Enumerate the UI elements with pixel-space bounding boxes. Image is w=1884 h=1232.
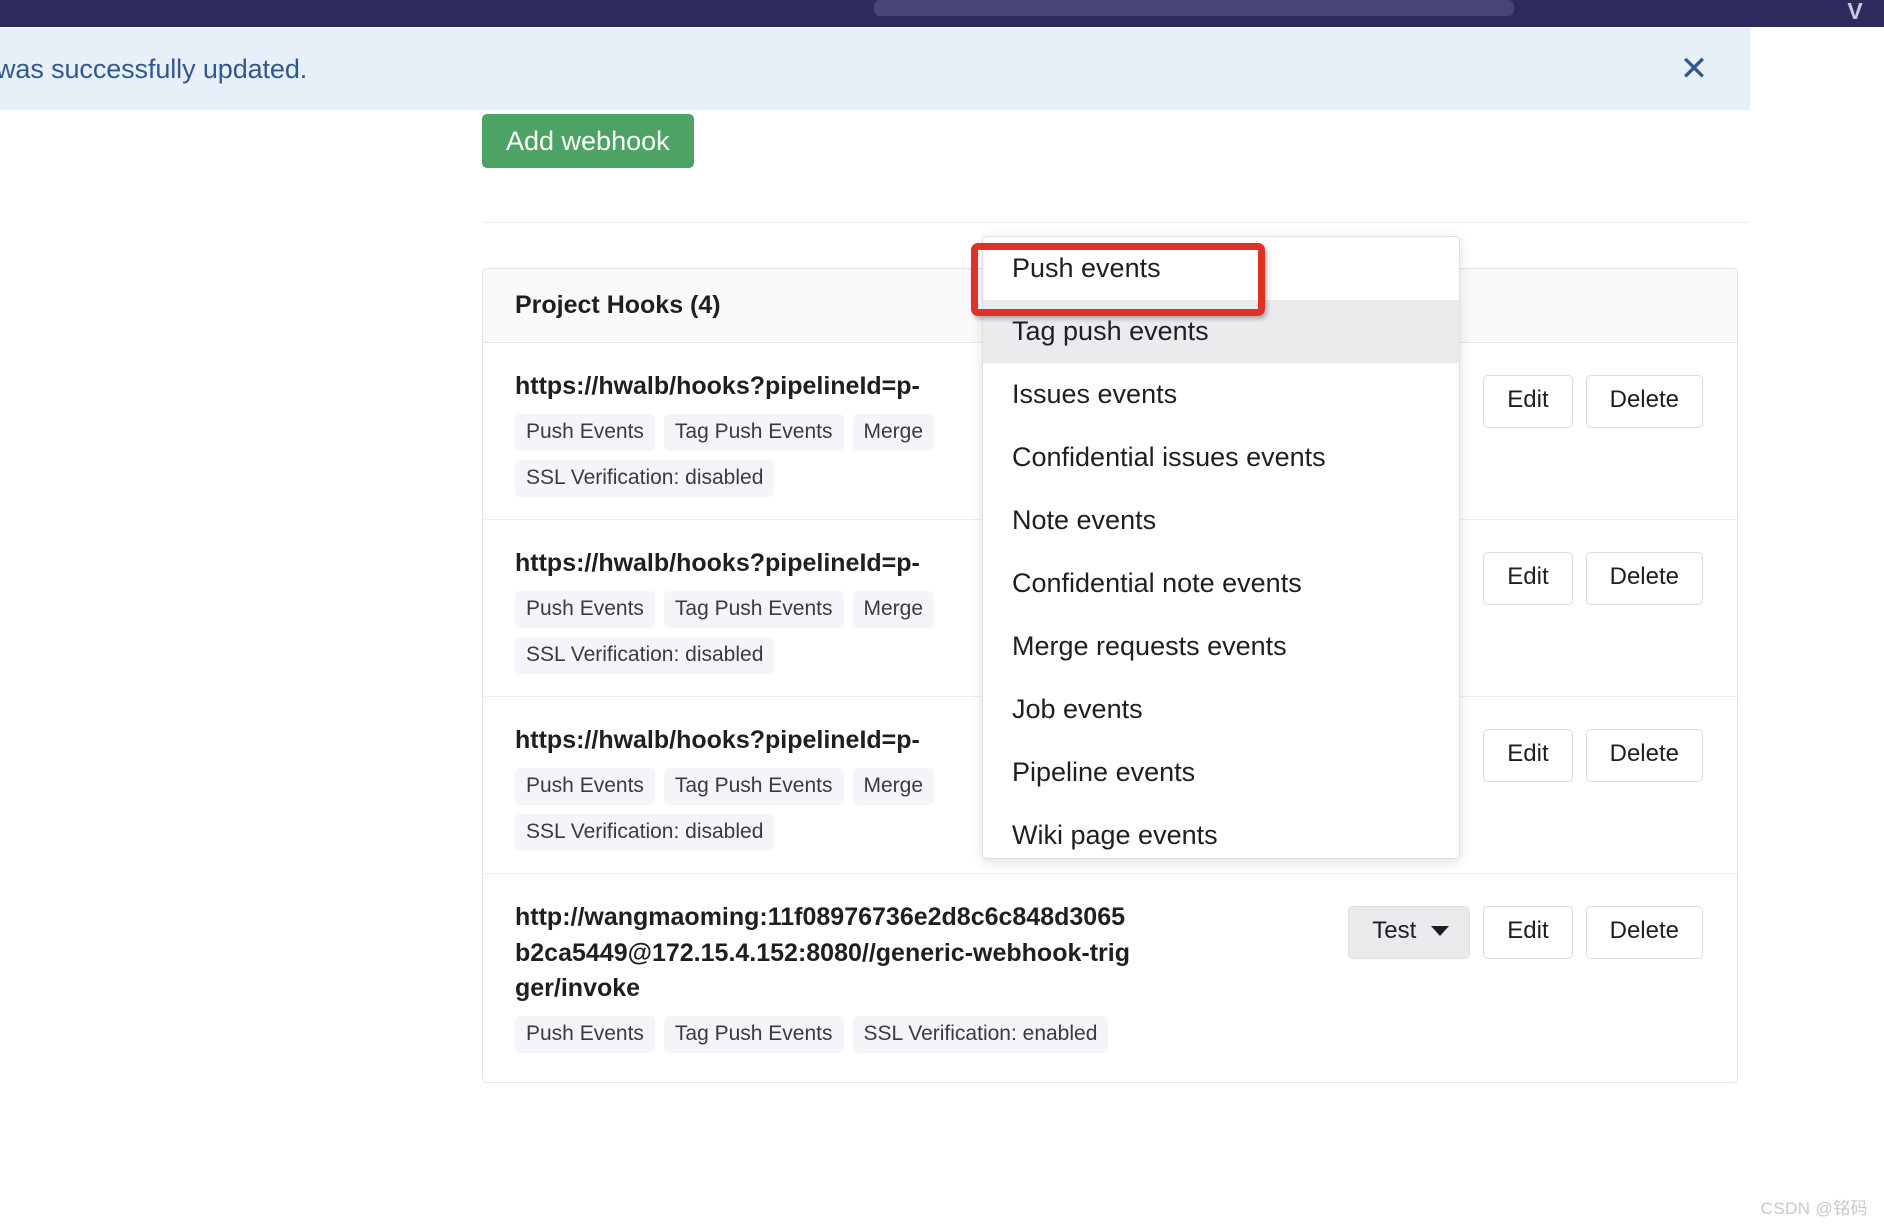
hook-actions: Edit Delete [1483, 723, 1703, 782]
hook-actions: Edit Delete [1483, 369, 1703, 428]
delete-button[interactable]: Delete [1585, 552, 1703, 605]
delete-button[interactable]: Delete [1585, 906, 1703, 959]
edit-button[interactable]: Edit [1483, 375, 1573, 428]
table-row: http://wangmaoming:11f08976736e2d8c6c848… [483, 874, 1737, 1082]
status-badge: Merge [852, 413, 935, 451]
close-icon[interactable]: ✕ [1672, 47, 1716, 91]
hook-actions: Test Edit Delete [1348, 900, 1703, 959]
edit-button[interactable]: Edit [1483, 906, 1573, 959]
status-badge: Tag Push Events [663, 1015, 844, 1053]
ssl-verification-badge: SSL Verification: enabled [852, 1015, 1109, 1053]
status-badge: Merge [852, 590, 935, 628]
status-badge: Tag Push Events [663, 767, 844, 805]
status-badge: Push Events [515, 767, 655, 805]
hook-info: http://wangmaoming:11f08976736e2d8c6c848… [515, 900, 1135, 1053]
hook-url[interactable]: http://wangmaoming:11f08976736e2d8c6c848… [515, 900, 1135, 1007]
section-divider [482, 222, 1750, 223]
test-button-label: Test [1372, 917, 1417, 944]
alert-message: was successfully updated. [0, 53, 308, 84]
project-hooks-title: Project Hooks (4) [515, 291, 721, 319]
menu-item-job-events[interactable]: Job events [983, 678, 1459, 741]
status-badge: Merge [852, 767, 935, 805]
menu-item-wiki-page-events[interactable]: Wiki page events [983, 804, 1459, 858]
menu-item-issues-events[interactable]: Issues events [983, 363, 1459, 426]
menu-item-pipeline-events[interactable]: Pipeline events [983, 741, 1459, 804]
menu-item-push-events[interactable]: Push events [983, 237, 1459, 300]
delete-button[interactable]: Delete [1585, 729, 1703, 782]
page-content: Add webhook Project Hooks (4) https://hw… [0, 0, 1884, 1232]
menu-item-tag-push-events[interactable]: Tag push events [983, 300, 1459, 363]
delete-button[interactable]: Delete [1585, 375, 1703, 428]
hook-badges: Push Events Tag Push Events SSL Verifica… [515, 1015, 1135, 1053]
test-dropdown-button[interactable]: Test [1348, 906, 1471, 959]
status-badge: Tag Push Events [663, 590, 844, 628]
status-badge: Push Events [515, 590, 655, 628]
menu-item-note-events[interactable]: Note events [983, 489, 1459, 552]
menu-item-confidential-issues-events[interactable]: Confidential issues events [983, 426, 1459, 489]
ssl-verification-badge: SSL Verification: disabled [515, 636, 775, 674]
status-badge: Push Events [515, 1015, 655, 1053]
chevron-down-icon [1431, 926, 1450, 937]
ssl-verification-badge: SSL Verification: disabled [515, 459, 775, 497]
menu-item-confidential-note-events[interactable]: Confidential note events [983, 552, 1459, 615]
menu-item-merge-requests-events[interactable]: Merge requests events [983, 615, 1459, 678]
edit-button[interactable]: Edit [1483, 552, 1573, 605]
ssl-verification-badge: SSL Verification: disabled [515, 813, 775, 851]
watermark: CSDN @铭码 [1760, 1199, 1868, 1218]
status-badge: Tag Push Events [663, 413, 844, 451]
test-events-dropdown-menu[interactable]: Push events Tag push events Issues event… [982, 236, 1460, 859]
status-badge: Push Events [515, 413, 655, 451]
add-webhook-button[interactable]: Add webhook [482, 114, 694, 168]
hook-actions: Edit Delete [1483, 546, 1703, 605]
edit-button[interactable]: Edit [1483, 729, 1573, 782]
success-alert: was successfully updated. ✕ [0, 28, 1750, 110]
